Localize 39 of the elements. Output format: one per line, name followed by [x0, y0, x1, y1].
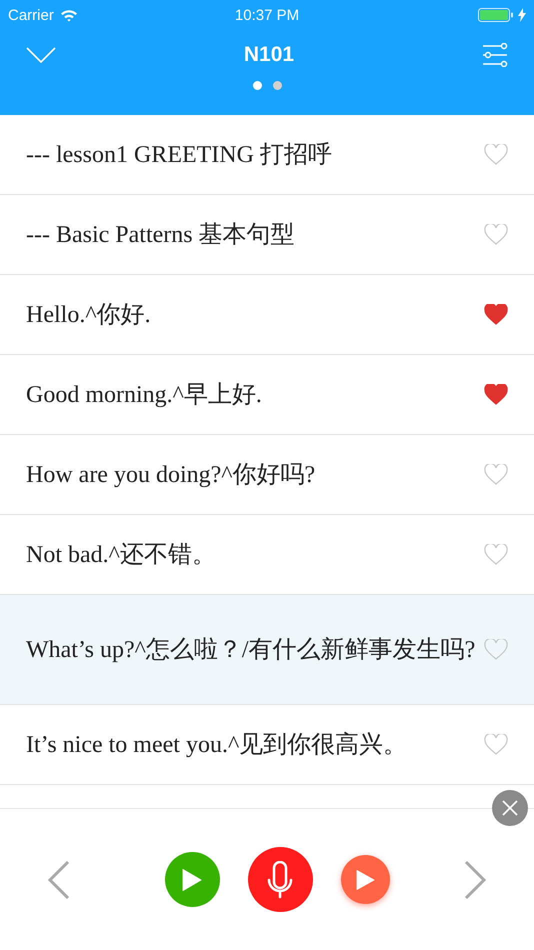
carrier-label: Carrier [8, 6, 54, 24]
previous-button[interactable] [48, 860, 70, 898]
page-dot[interactable] [272, 81, 282, 90]
close-button[interactable] [492, 790, 528, 826]
phrase-row[interactable]: What’s up?^怎么啦？/有什么新鲜事发生吗? [0, 595, 534, 705]
next-button[interactable] [464, 860, 486, 898]
chevron-right-icon [464, 860, 486, 898]
chevron-left-icon [48, 860, 70, 898]
phrase-text: How are you doing?^你好吗? [26, 460, 316, 490]
phrase-text: --- Basic Patterns 基本句型 [26, 220, 296, 250]
phrase-row[interactable]: --- lesson1 GREETING 打招呼 [0, 115, 534, 195]
screen-title: N101 [244, 43, 294, 67]
phrase-text: Good morning.^早上好. [26, 380, 263, 410]
phrase-text: It’s nice to meet you.^见到你很高兴。 [26, 730, 408, 760]
phrase-row[interactable]: It’s nice to meet you.^见到你很高兴。 [0, 705, 534, 785]
phrase-row[interactable]: Good morning.^早上好. [0, 355, 534, 435]
play-icon [356, 868, 374, 890]
settings-button[interactable] [482, 43, 508, 67]
battery-icon [478, 8, 514, 22]
close-icon [502, 800, 518, 816]
sliders-icon [482, 43, 508, 67]
page-dot[interactable] [252, 81, 262, 90]
play-icon [182, 868, 202, 892]
phrase-text: --- lesson1 GREETING 打招呼 [26, 140, 333, 170]
collapse-button[interactable] [26, 47, 56, 63]
phrase-text: What’s up?^怎么啦？/有什么新鲜事发生吗? [26, 636, 476, 664]
heart-icon[interactable] [484, 304, 508, 325]
charging-icon [518, 8, 526, 22]
clock-time: 10:37 PM [234, 6, 300, 24]
microphone-icon [267, 860, 293, 898]
heart-icon[interactable] [484, 384, 508, 405]
phrase-text: Not bad.^还不错。 [26, 540, 217, 570]
playback-button[interactable] [340, 855, 390, 904]
wifi-icon [60, 8, 78, 22]
phrase-row[interactable]: --- Basic Patterns 基本句型 [0, 195, 534, 275]
phrase-row[interactable]: Hello.^你好. [0, 275, 534, 355]
phrase-row[interactable]: How are you doing?^你好吗? [0, 435, 534, 515]
chevron-down-icon [26, 47, 56, 63]
phrase-text: Hello.^你好. [26, 300, 152, 330]
